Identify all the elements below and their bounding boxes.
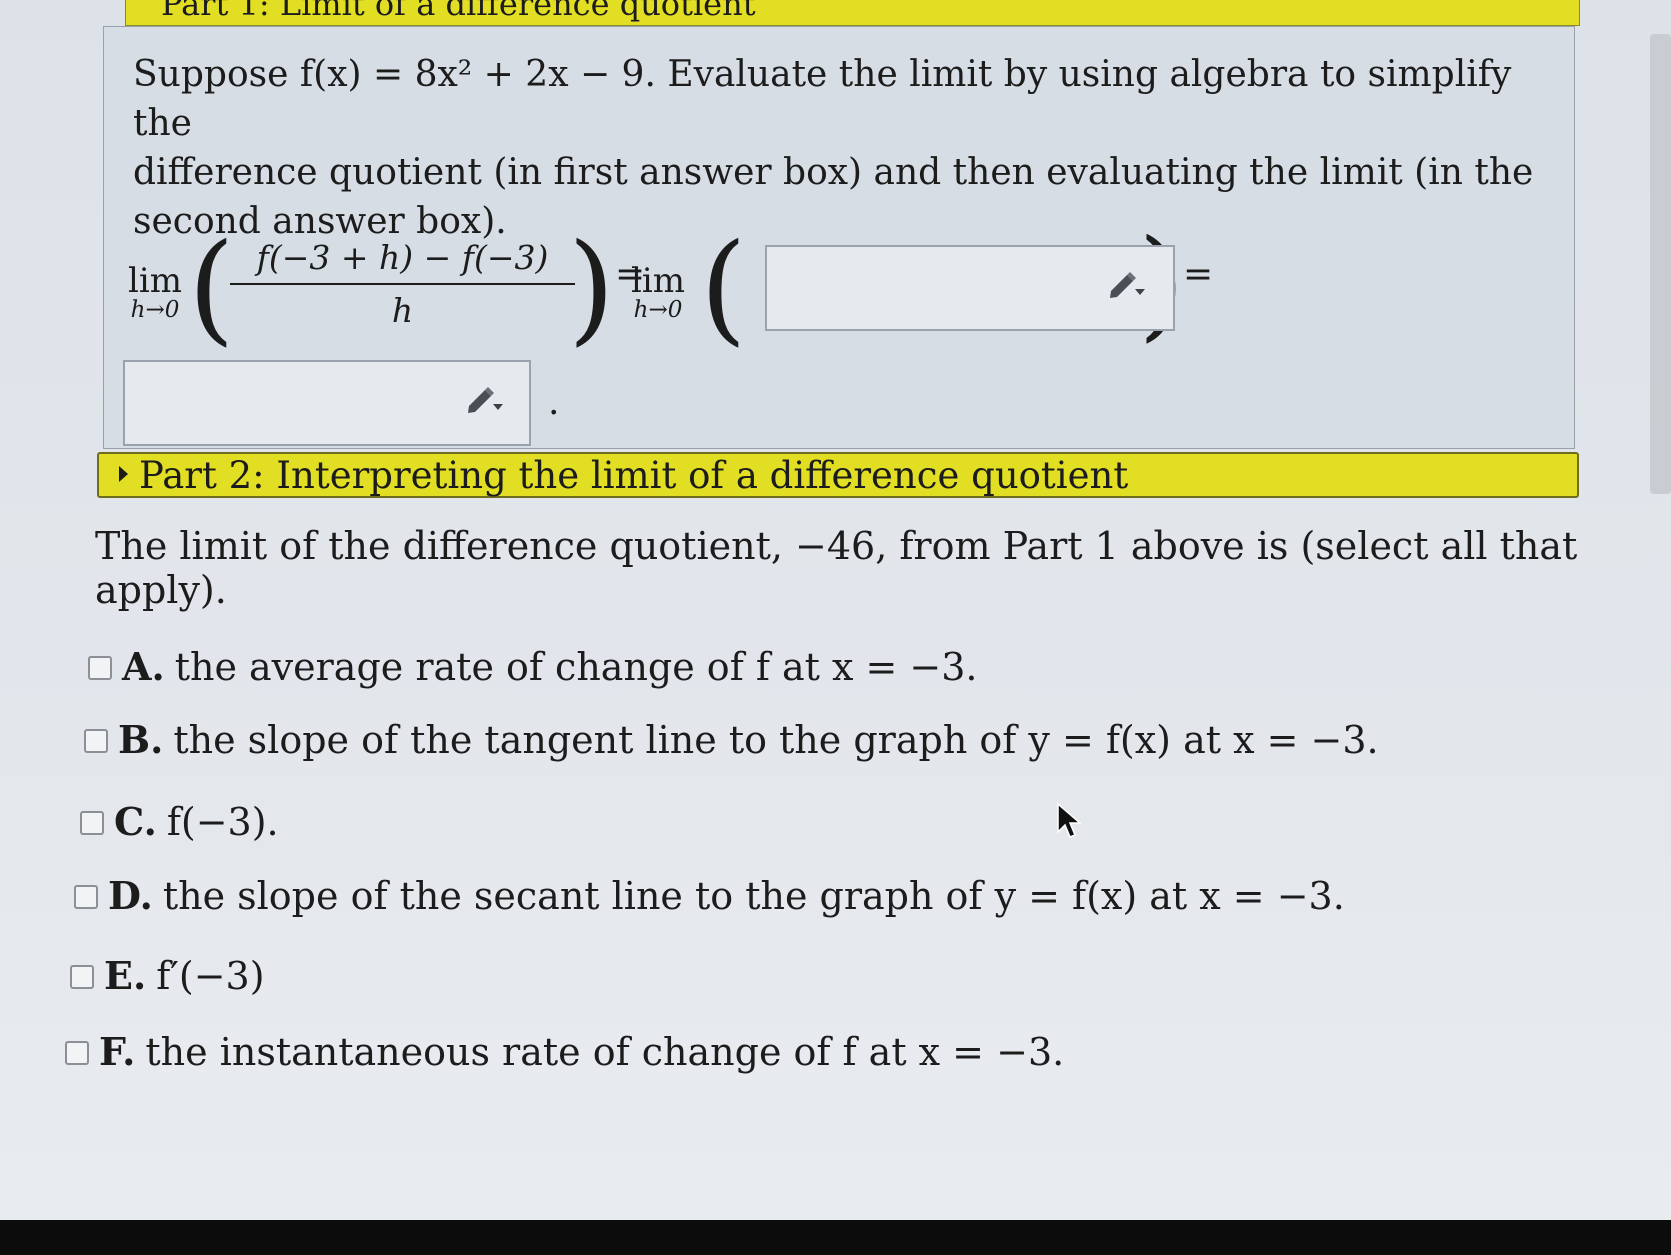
answer-box-limit-value[interactable] (123, 360, 531, 446)
option-e[interactable]: E. f′(−3) (70, 954, 265, 998)
pencil-icon[interactable] (465, 386, 505, 416)
left-paren-2: ( (700, 219, 747, 358)
difference-quotient: f(−3 + h) − f(−3) h (230, 238, 575, 330)
part1-header-title: Part 1: Limit of a difference quotient (161, 0, 756, 23)
limit-operator-left: lim h→0 (128, 264, 182, 322)
lim-subscript: h→0 (130, 297, 180, 323)
lim-subscript: h→0 (633, 297, 683, 323)
problem-statement: Suppose f(x) = 8x² + 2x − 9. Evaluate th… (133, 50, 1563, 246)
option-c[interactable]: C. f(−3). (80, 800, 279, 844)
mouse-cursor-icon (1057, 802, 1083, 838)
numerator: f(−3 + h) − f(−3) (230, 238, 575, 285)
lim-word: lim (631, 261, 685, 301)
problem-line-2: difference quotient (in first answer box… (133, 152, 1534, 193)
option-e-letter: E. (104, 953, 147, 998)
option-a[interactable]: A. the average rate of change of f at x =… (88, 645, 978, 689)
part2-header-title: Part 2: Interpreting the limit of a diff… (139, 454, 1129, 497)
checkbox-a[interactable] (88, 655, 112, 680)
option-d[interactable]: D. the slope of the secant line to the gr… (74, 874, 1345, 918)
part2-question: The limit of the difference quotient, −4… (95, 524, 1578, 612)
option-b-text: the slope of the tangent line to the gra… (173, 718, 1379, 762)
option-c-text: f(−3). (166, 800, 279, 844)
left-paren: ( (188, 219, 235, 358)
trailing-period: . (548, 382, 560, 423)
option-f-text: the instantaneous rate of change of f at… (145, 1030, 1065, 1074)
option-f-letter: F. (99, 1029, 136, 1074)
option-e-text: f′(−3) (156, 954, 265, 998)
checkbox-e[interactable] (70, 964, 94, 989)
option-d-letter: D. (108, 873, 153, 918)
limit-operator-right: lim h→0 (623, 264, 693, 322)
checkbox-f[interactable] (65, 1040, 89, 1065)
checkbox-c[interactable] (80, 810, 104, 835)
collapse-triangle-icon[interactable] (119, 466, 128, 482)
scrollbar[interactable] (1650, 34, 1671, 494)
answer-box-simplified-quotient[interactable] (765, 245, 1175, 331)
checkbox-d[interactable] (74, 884, 98, 909)
option-b-letter: B. (118, 717, 164, 762)
option-b[interactable]: B. the slope of the tangent line to the g… (84, 718, 1379, 762)
pencil-icon[interactable] (1107, 271, 1147, 301)
part2-header[interactable]: Part 2: Interpreting the limit of a diff… (97, 452, 1579, 498)
problem-line-1: Suppose f(x) = 8x² + 2x − 9. Evaluate th… (133, 54, 1512, 144)
checkbox-b[interactable] (84, 728, 108, 753)
part1-header[interactable]: Part 1: Limit of a difference quotient (125, 0, 1580, 26)
lim-word: lim (128, 261, 182, 301)
option-a-text: the average rate of change of f at x = −… (174, 645, 978, 689)
option-a-letter: A. (122, 644, 165, 689)
option-f[interactable]: F. the instantaneous rate of change of f … (65, 1030, 1064, 1074)
monitor-bezel (0, 1220, 1671, 1255)
right-paren: ) (568, 219, 615, 358)
denominator: h (391, 291, 414, 330)
option-d-text: the slope of the secant line to the grap… (162, 874, 1345, 918)
option-c-letter: C. (114, 799, 157, 844)
equals-sign-2: = (1183, 254, 1214, 295)
